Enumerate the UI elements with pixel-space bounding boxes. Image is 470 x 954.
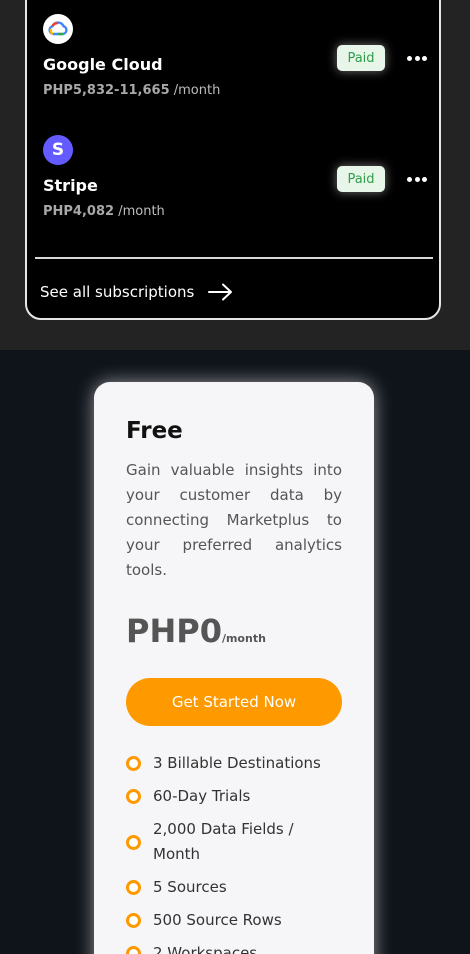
bullet-circle-icon — [126, 913, 141, 928]
bullet-circle-icon — [126, 880, 141, 895]
feature-label: 60-Day Trials — [153, 787, 251, 805]
arrow-right-icon — [208, 283, 233, 301]
feature-label: 5 Sources — [153, 878, 227, 896]
more-options-icon[interactable] — [407, 173, 427, 185]
feature-item: 60-Day Trials — [126, 784, 342, 809]
subscription-amount: PHP4,082 — [43, 204, 115, 219]
feature-item: 2 Workspaces — [126, 941, 342, 954]
plan-description: Gain valuable insights into your custome… — [126, 461, 342, 579]
bullet-circle-icon — [126, 946, 141, 954]
subscription-period: /month — [173, 83, 221, 98]
feature-label: 500 Source Rows — [153, 911, 282, 929]
see-all-subscriptions-link[interactable]: See all subscriptions — [40, 283, 234, 301]
feature-item: 500 Source Rows — [126, 908, 342, 933]
pricing-plan-card: Free Gain valuable insights into your cu… — [94, 382, 374, 954]
google-cloud-icon — [43, 14, 73, 44]
subscription-price: PHP4,082 /month — [43, 204, 165, 219]
subscription-name: Stripe — [43, 176, 98, 195]
bullet-circle-icon — [126, 756, 141, 771]
get-started-button[interactable]: Get Started Now — [126, 678, 342, 726]
plan-price-amount: PHP0 — [126, 612, 222, 650]
feature-item: 3 Billable Destinations — [126, 751, 342, 776]
status-badge: Paid — [337, 166, 385, 192]
feature-label: 2 Workspaces — [153, 944, 258, 954]
plan-title: Free — [126, 418, 183, 444]
see-all-label: See all subscriptions — [40, 283, 195, 301]
feature-label: 2,000 Data Fields / Month — [153, 820, 294, 863]
stripe-icon: S — [43, 135, 73, 165]
plan-price: PHP0/month — [126, 612, 266, 650]
subscriptions-card: Google Cloud PHP5,832-11,665 /month Paid… — [25, 0, 441, 320]
bullet-circle-icon — [126, 834, 141, 850]
subscription-name: Google Cloud — [43, 55, 163, 74]
plan-price-period: /month — [221, 632, 266, 645]
bullet-circle-icon — [126, 789, 141, 804]
subscription-period: /month — [118, 204, 165, 219]
feature-label: 3 Billable Destinations — [153, 754, 321, 772]
subscriptions-section: Google Cloud PHP5,832-11,665 /month Paid… — [0, 0, 470, 350]
plan-features-list: 3 Billable Destinations 60-Day Trials 2,… — [126, 751, 342, 954]
feature-item: 2,000 Data Fields / Month — [126, 817, 342, 867]
more-options-icon[interactable] — [407, 52, 427, 64]
status-badge: Paid — [337, 45, 385, 71]
feature-item: 5 Sources — [126, 875, 342, 900]
subscription-price: PHP5,832-11,665 /month — [43, 83, 220, 98]
divider — [35, 257, 433, 259]
subscription-amount: PHP5,832-11,665 — [43, 83, 170, 98]
